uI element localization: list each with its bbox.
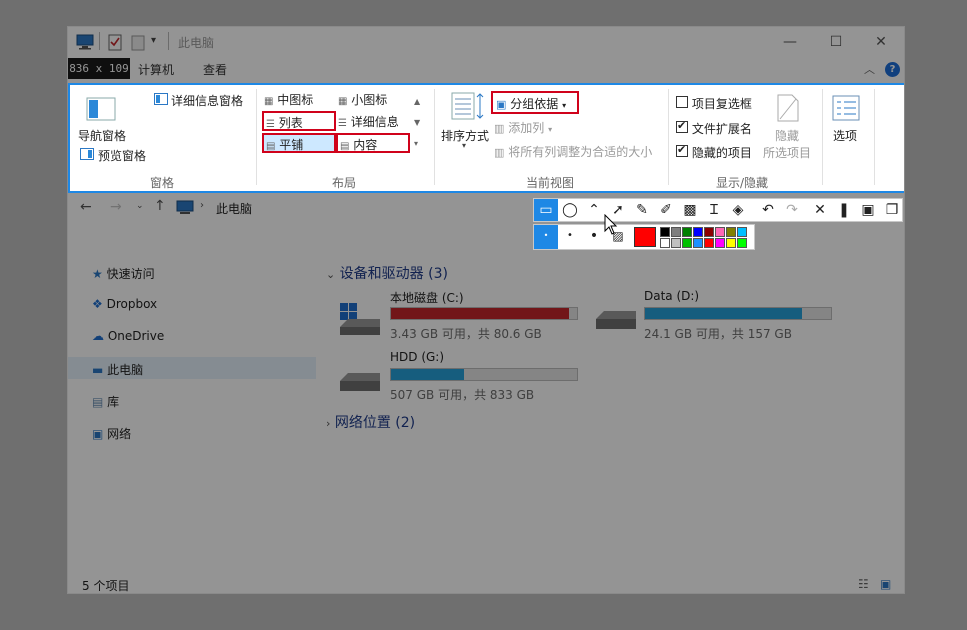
file-extensions-option[interactable]: 文件扩展名 — [676, 119, 752, 137]
fit-columns-button: ▥ 将所有列调整为合适的大小 — [494, 145, 653, 159]
size-small-icon[interactable]: • — [534, 225, 558, 249]
capture-dim-bottom — [68, 193, 904, 593]
layout-scroll-icon[interactable]: ▲ ▼ ▾ — [414, 91, 420, 154]
navigation-pane-icon[interactable] — [86, 97, 116, 121]
copy-icon[interactable]: ❐ — [880, 199, 904, 221]
text-tool-icon[interactable]: Ɪ — [702, 199, 726, 221]
annotation-toolbar: ▭ ◯ ⌃ ➚ ✎ ✐ ▩ Ɪ ◈ ↶ ↷ ✕ ❚ ▣ ❐ — [533, 198, 903, 222]
size-medium-icon[interactable]: • — [558, 225, 582, 247]
layout-tiles[interactable]: ▤ 平铺 — [262, 133, 336, 153]
hidden-items-checkbox[interactable] — [676, 143, 688, 157]
hidden-items-option[interactable]: 隐藏的项目 — [676, 143, 752, 161]
color-palette[interactable] — [660, 227, 754, 249]
current-view-group-title: 当前视图 — [526, 176, 575, 190]
options-icon[interactable] — [832, 95, 860, 121]
navigation-pane-button[interactable]: 导航窗格 — [78, 127, 126, 144]
details-pane-icon — [154, 93, 168, 105]
redo-icon: ↷ — [786, 202, 798, 218]
show-hide-group-title: 显示/隐藏 — [716, 176, 769, 190]
line-tool-icon[interactable]: ⌃ — [582, 199, 606, 221]
layout-medium-icons[interactable]: ▦ 中图标 — [264, 91, 313, 108]
mouse-cursor-icon — [604, 214, 618, 236]
layout-details[interactable]: ☰ 详细信息 — [338, 113, 399, 130]
ribbon-view: 导航窗格 预览窗格 详细信息窗格 窗格 ▦ 中图标 ▦ 小图标 ☰ 列表 ☰ 详… — [68, 83, 904, 193]
rectangle-tool-icon[interactable]: ▭ — [534, 199, 558, 221]
group-by-button[interactable]: ▣ 分组依据 ▾ — [491, 91, 579, 114]
layout-list[interactable]: ☰ 列表 — [262, 111, 336, 131]
save-icon[interactable]: ▣ — [856, 199, 880, 221]
pen-tool-icon[interactable]: ✎ — [630, 199, 654, 221]
cancel-capture-icon[interactable]: ✕ — [808, 199, 832, 221]
sort-by-dropdown-icon[interactable]: ▾ — [462, 141, 466, 150]
pin-icon[interactable]: ❚ — [832, 199, 856, 221]
hide-selected-icon — [776, 93, 800, 123]
details-pane-button[interactable]: 详细信息窗格 — [171, 92, 243, 109]
layout-gallery: ▦ 中图标 ▦ 小图标 ☰ 列表 ☰ 详细信息 ▤ 平铺 ▤ 内容 ▲ ▼ ▾ — [262, 89, 426, 153]
mosaic-tool-icon[interactable]: ▩ — [678, 199, 702, 221]
layout-small-icons[interactable]: ▦ 小图标 — [338, 91, 387, 108]
selected-items-label: 所选项目 — [763, 146, 812, 160]
item-checkboxes-option[interactable]: 项目复选框 — [676, 95, 752, 112]
eraser-tool-icon[interactable]: ◈ — [726, 199, 750, 221]
hide-button: 隐藏 — [775, 129, 800, 143]
undo-icon[interactable]: ↶ — [756, 199, 780, 221]
panes-group-title: 窗格 — [150, 176, 175, 190]
capture-dim-top — [68, 27, 904, 83]
item-checkboxes-checkbox[interactable] — [676, 96, 688, 108]
annotation-style-bar: • • • ▨ — [533, 224, 755, 250]
options-button[interactable]: 选项 — [833, 127, 857, 144]
size-large-icon[interactable]: • — [582, 225, 606, 247]
layout-content[interactable]: ▤ 内容 — [336, 133, 410, 153]
current-color-swatch[interactable] — [634, 227, 656, 247]
file-extensions-checkbox[interactable] — [676, 119, 688, 133]
preview-pane-button[interactable]: 预览窗格 — [98, 147, 146, 164]
highlighter-tool-icon[interactable]: ✐ — [654, 199, 678, 221]
layout-group-title: 布局 — [332, 176, 357, 190]
ellipse-tool-icon[interactable]: ◯ — [558, 199, 582, 221]
add-column-button: ▥ 添加列 ▾ — [494, 121, 553, 135]
sort-by-icon[interactable] — [450, 91, 486, 121]
explorer-window: ▾ 此电脑 — ☐ ✕ 计算机 查看 ︿ ? 836 x 109 导航窗格 预览… — [67, 26, 905, 594]
preview-pane-icon — [80, 148, 94, 160]
